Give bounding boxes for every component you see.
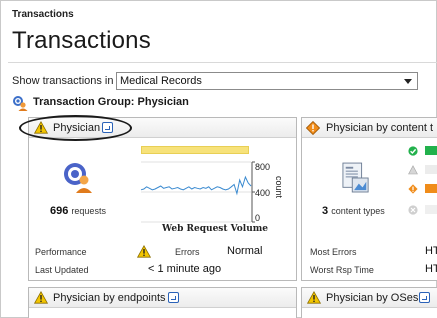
requests-icon	[64, 163, 92, 193]
chart-y-axis-title: count	[274, 176, 284, 199]
chevron-down-icon[interactable]	[404, 79, 412, 84]
highlight-annotation	[19, 115, 132, 141]
title-divider	[8, 62, 437, 63]
errors-value: Normal	[227, 245, 263, 257]
content-types-icon	[342, 162, 369, 193]
performance-label: Performance	[35, 247, 87, 257]
transactions-select[interactable]: Medical Records	[116, 72, 418, 90]
transaction-group-icon	[13, 96, 28, 111]
transactions-select-value: Medical Records	[120, 75, 202, 87]
y-tick-800: 800	[255, 162, 271, 172]
drilldown-link-icon[interactable]	[419, 292, 430, 303]
performance-warning-icon	[137, 245, 151, 258]
unknown-status-icon	[408, 205, 418, 215]
physician-tile: Physician 696 requests 800 400 0 count W…	[28, 117, 297, 281]
ok-status-bar	[425, 146, 437, 155]
worst-rsp-time-label: Worst Rsp Time	[310, 265, 374, 275]
most-errors-value[interactable]: HT	[425, 245, 437, 257]
transaction-group-title: Transaction Group: Physician	[33, 96, 189, 108]
last-updated-label: Last Updated	[35, 265, 89, 275]
warning-diamond-icon	[306, 121, 320, 135]
most-errors-label: Most Errors	[310, 247, 357, 257]
chart-title: Web Request Volume	[162, 224, 269, 234]
filter-label: Show transactions in	[12, 75, 114, 87]
content-types-count: 3 content types	[322, 205, 385, 217]
chart-series-line	[140, 175, 252, 196]
warning-icon	[307, 291, 321, 304]
requests-count-value: 696	[50, 205, 69, 217]
endpoints-tile-title[interactable]: Physician by endpoints	[53, 292, 166, 304]
drilldown-link-icon[interactable]	[168, 292, 179, 303]
oses-tile: Physician by OSes	[301, 287, 437, 318]
web-request-volume-chart[interactable]	[140, 161, 255, 223]
content-types-unit: content types	[331, 206, 385, 216]
warning-status-icon	[408, 165, 418, 175]
errors-label: Errors	[175, 247, 200, 257]
oses-tile-header[interactable]: Physician by OSes	[302, 288, 437, 308]
unknown-status-bar	[425, 205, 437, 214]
content-type-tile-header[interactable]: Physician by content t	[302, 118, 437, 138]
breadcrumb[interactable]: Transactions	[12, 9, 74, 20]
requests-count: 696 requests	[50, 205, 106, 217]
error-status-bar	[425, 184, 437, 193]
y-tick-0: 0	[255, 213, 261, 223]
requests-unit: requests	[71, 206, 106, 216]
last-updated-value: < 1 minute ago	[148, 263, 222, 275]
ok-status-icon	[408, 146, 418, 156]
y-tick-400: 400	[255, 188, 271, 198]
warning-icon	[34, 291, 48, 304]
error-status-icon	[408, 184, 418, 194]
page-title: Transactions	[12, 27, 151, 54]
content-type-tile: Physician by content t 3 content types M…	[301, 117, 437, 281]
warning-status-bar	[425, 165, 437, 174]
chart-status-bar	[141, 146, 249, 154]
worst-rsp-time-value[interactable]: HT	[425, 263, 437, 275]
content-type-tile-title[interactable]: Physician by content t	[326, 122, 433, 134]
oses-tile-title[interactable]: Physician by OSes	[326, 292, 418, 304]
endpoints-tile-header[interactable]: Physician by endpoints	[29, 288, 296, 308]
content-types-count-value: 3	[322, 205, 329, 217]
endpoints-tile: Physician by endpoints	[28, 287, 297, 318]
